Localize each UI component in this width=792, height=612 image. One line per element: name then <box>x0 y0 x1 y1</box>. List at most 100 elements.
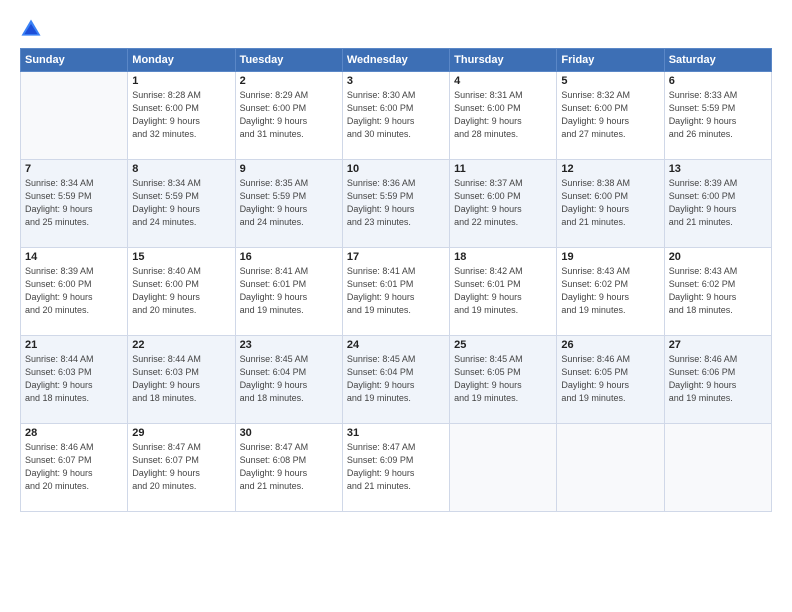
day-number: 7 <box>25 163 123 175</box>
day-info: Sunrise: 8:29 AM Sunset: 6:00 PM Dayligh… <box>240 89 338 141</box>
calendar-cell: 1 Sunrise: 8:28 AM Sunset: 6:00 PM Daylig… <box>128 72 235 160</box>
calendar-cell: 2 Sunrise: 8:29 AM Sunset: 6:00 PM Daylig… <box>235 72 342 160</box>
logo <box>20 18 46 40</box>
weekday-header-friday: Friday <box>557 49 664 72</box>
day-info: Sunrise: 8:34 AM Sunset: 5:59 PM Dayligh… <box>25 177 123 229</box>
calendar-cell: 9 Sunrise: 8:35 AM Sunset: 5:59 PM Daylig… <box>235 160 342 248</box>
calendar-page: SundayMondayTuesdayWednesdayThursdayFrid… <box>0 0 792 612</box>
calendar-cell: 29 Sunrise: 8:47 AM Sunset: 6:07 PM Dayli… <box>128 424 235 512</box>
day-info: Sunrise: 8:39 AM Sunset: 6:00 PM Dayligh… <box>669 177 767 229</box>
calendar-cell <box>450 424 557 512</box>
page-header <box>20 18 772 40</box>
calendar-week-2: 7 Sunrise: 8:34 AM Sunset: 5:59 PM Daylig… <box>21 160 772 248</box>
calendar-cell: 25Sunrise: 8:45 AM Sunset: 6:05 PM Dayli… <box>450 336 557 424</box>
day-number: 4 <box>454 75 552 87</box>
day-info: Sunrise: 8:38 AM Sunset: 6:00 PM Dayligh… <box>561 177 659 229</box>
calendar-cell: 11 Sunrise: 8:37 AM Sunset: 6:00 PM Dayli… <box>450 160 557 248</box>
day-info: Sunrise: 8:45 AM Sunset: 6:05 PM Dayligh… <box>454 353 552 405</box>
weekday-header-sunday: Sunday <box>21 49 128 72</box>
day-info: Sunrise: 8:32 AM Sunset: 6:00 PM Dayligh… <box>561 89 659 141</box>
day-info: Sunrise: 8:39 AM Sunset: 6:00 PM Dayligh… <box>25 265 123 317</box>
day-info: Sunrise: 8:46 AM Sunset: 6:07 PM Dayligh… <box>25 441 123 493</box>
calendar-cell: 26 Sunrise: 8:46 AM Sunset: 6:05 PM Dayli… <box>557 336 664 424</box>
day-number: 10 <box>347 163 445 175</box>
day-number: 18 <box>454 251 552 263</box>
calendar-cell: 14 Sunrise: 8:39 AM Sunset: 6:00 PM Dayli… <box>21 248 128 336</box>
day-number: 9 <box>240 163 338 175</box>
day-info: Sunrise: 8:40 AM Sunset: 6:00 PM Dayligh… <box>132 265 230 317</box>
calendar-cell <box>557 424 664 512</box>
day-number: 24 <box>347 339 445 351</box>
calendar-cell: 20 Sunrise: 8:43 AM Sunset: 6:02 PM Dayli… <box>664 248 771 336</box>
day-number: 22 <box>132 339 230 351</box>
calendar-cell <box>664 424 771 512</box>
calendar-cell: 6 Sunrise: 8:33 AM Sunset: 5:59 PM Daylig… <box>664 72 771 160</box>
day-number: 11 <box>454 163 552 175</box>
calendar-week-5: 28 Sunrise: 8:46 AM Sunset: 6:07 PM Dayli… <box>21 424 772 512</box>
calendar-cell: 15Sunrise: 8:40 AM Sunset: 6:00 PM Dayli… <box>128 248 235 336</box>
day-number: 21 <box>25 339 123 351</box>
day-info: Sunrise: 8:35 AM Sunset: 5:59 PM Dayligh… <box>240 177 338 229</box>
calendar-cell: 3Sunrise: 8:30 AM Sunset: 6:00 PM Daylig… <box>342 72 449 160</box>
day-info: Sunrise: 8:42 AM Sunset: 6:01 PM Dayligh… <box>454 265 552 317</box>
calendar-cell: 12 Sunrise: 8:38 AM Sunset: 6:00 PM Dayli… <box>557 160 664 248</box>
calendar-cell: 17 Sunrise: 8:41 AM Sunset: 6:01 PM Dayli… <box>342 248 449 336</box>
day-info: Sunrise: 8:41 AM Sunset: 6:01 PM Dayligh… <box>240 265 338 317</box>
day-number: 27 <box>669 339 767 351</box>
day-info: Sunrise: 8:47 AM Sunset: 6:09 PM Dayligh… <box>347 441 445 493</box>
day-number: 30 <box>240 427 338 439</box>
calendar-week-1: 1 Sunrise: 8:28 AM Sunset: 6:00 PM Daylig… <box>21 72 772 160</box>
calendar-cell: 19Sunrise: 8:43 AM Sunset: 6:02 PM Dayli… <box>557 248 664 336</box>
day-info: Sunrise: 8:28 AM Sunset: 6:00 PM Dayligh… <box>132 89 230 141</box>
calendar-cell: 30 Sunrise: 8:47 AM Sunset: 6:08 PM Dayli… <box>235 424 342 512</box>
day-number: 2 <box>240 75 338 87</box>
day-info: Sunrise: 8:45 AM Sunset: 6:04 PM Dayligh… <box>347 353 445 405</box>
calendar-cell: 7 Sunrise: 8:34 AM Sunset: 5:59 PM Daylig… <box>21 160 128 248</box>
day-number: 20 <box>669 251 767 263</box>
day-number: 26 <box>561 339 659 351</box>
day-info: Sunrise: 8:47 AM Sunset: 6:08 PM Dayligh… <box>240 441 338 493</box>
weekday-header-wednesday: Wednesday <box>342 49 449 72</box>
day-number: 5 <box>561 75 659 87</box>
day-info: Sunrise: 8:31 AM Sunset: 6:00 PM Dayligh… <box>454 89 552 141</box>
calendar-table: SundayMondayTuesdayWednesdayThursdayFrid… <box>20 48 772 512</box>
weekday-header-row: SundayMondayTuesdayWednesdayThursdayFrid… <box>21 49 772 72</box>
calendar-cell: 21 Sunrise: 8:44 AM Sunset: 6:03 PM Dayli… <box>21 336 128 424</box>
day-info: Sunrise: 8:37 AM Sunset: 6:00 PM Dayligh… <box>454 177 552 229</box>
calendar-cell <box>21 72 128 160</box>
day-number: 17 <box>347 251 445 263</box>
calendar-cell: 23 Sunrise: 8:45 AM Sunset: 6:04 PM Dayli… <box>235 336 342 424</box>
day-info: Sunrise: 8:44 AM Sunset: 6:03 PM Dayligh… <box>25 353 123 405</box>
day-number: 6 <box>669 75 767 87</box>
day-number: 29 <box>132 427 230 439</box>
day-info: Sunrise: 8:36 AM Sunset: 5:59 PM Dayligh… <box>347 177 445 229</box>
day-number: 28 <box>25 427 123 439</box>
weekday-header-monday: Monday <box>128 49 235 72</box>
calendar-cell: 13 Sunrise: 8:39 AM Sunset: 6:00 PM Dayli… <box>664 160 771 248</box>
calendar-cell: 22Sunrise: 8:44 AM Sunset: 6:03 PM Dayli… <box>128 336 235 424</box>
day-number: 31 <box>347 427 445 439</box>
day-number: 16 <box>240 251 338 263</box>
day-info: Sunrise: 8:47 AM Sunset: 6:07 PM Dayligh… <box>132 441 230 493</box>
day-info: Sunrise: 8:41 AM Sunset: 6:01 PM Dayligh… <box>347 265 445 317</box>
day-info: Sunrise: 8:34 AM Sunset: 5:59 PM Dayligh… <box>132 177 230 229</box>
day-number: 12 <box>561 163 659 175</box>
calendar-cell: 8 Sunrise: 8:34 AM Sunset: 5:59 PM Daylig… <box>128 160 235 248</box>
day-info: Sunrise: 8:45 AM Sunset: 6:04 PM Dayligh… <box>240 353 338 405</box>
day-info: Sunrise: 8:46 AM Sunset: 6:05 PM Dayligh… <box>561 353 659 405</box>
day-info: Sunrise: 8:43 AM Sunset: 6:02 PM Dayligh… <box>669 265 767 317</box>
calendar-week-3: 14 Sunrise: 8:39 AM Sunset: 6:00 PM Dayli… <box>21 248 772 336</box>
calendar-cell: 4 Sunrise: 8:31 AM Sunset: 6:00 PM Daylig… <box>450 72 557 160</box>
day-info: Sunrise: 8:33 AM Sunset: 5:59 PM Dayligh… <box>669 89 767 141</box>
weekday-header-tuesday: Tuesday <box>235 49 342 72</box>
day-number: 14 <box>25 251 123 263</box>
calendar-week-4: 21 Sunrise: 8:44 AM Sunset: 6:03 PM Dayli… <box>21 336 772 424</box>
day-number: 8 <box>132 163 230 175</box>
calendar-cell: 27Sunrise: 8:46 AM Sunset: 6:06 PM Dayli… <box>664 336 771 424</box>
calendar-cell: 28 Sunrise: 8:46 AM Sunset: 6:07 PM Dayli… <box>21 424 128 512</box>
day-number: 19 <box>561 251 659 263</box>
day-number: 1 <box>132 75 230 87</box>
day-info: Sunrise: 8:30 AM Sunset: 6:00 PM Dayligh… <box>347 89 445 141</box>
day-number: 13 <box>669 163 767 175</box>
day-number: 23 <box>240 339 338 351</box>
